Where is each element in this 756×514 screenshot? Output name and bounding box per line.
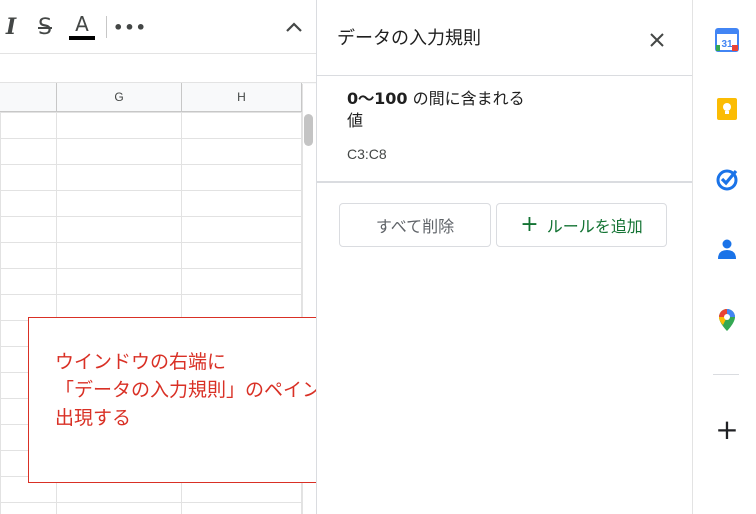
toolbar-divider	[106, 16, 107, 38]
get-addons-button[interactable]: +	[713, 416, 741, 444]
plus-icon: +	[520, 212, 539, 237]
collapse-menus-button[interactable]	[282, 10, 306, 44]
rule-cell-range: C3:C8	[347, 146, 387, 162]
close-pane-button[interactable]	[643, 26, 671, 54]
more-options-button[interactable]: •••	[113, 10, 146, 44]
text-color-swatch	[69, 36, 95, 40]
side-panel: 31 +	[692, 0, 756, 514]
text-color-button[interactable]: A	[66, 10, 98, 44]
add-rule-button[interactable]: + ルールを追加	[496, 203, 667, 247]
data-validation-pane: データの入力規則 0〜100 の間に含まれる値 C3:C8 すべて削除 + ルー…	[316, 0, 693, 514]
delete-all-rules-button[interactable]: すべて削除	[339, 203, 491, 247]
strikethrough-button[interactable]: S	[32, 10, 58, 44]
delete-all-label: すべて削除	[375, 217, 455, 236]
formatting-toolbar: I S A •••	[0, 0, 316, 54]
annotation-text: ウインドウの右端に 「データの入力規則」のペインが 出現する	[55, 351, 341, 429]
add-rule-label: ルールを追加	[546, 217, 643, 236]
column-header-h[interactable]: H	[182, 83, 302, 111]
chevron-up-icon	[286, 22, 302, 32]
keep-icon[interactable]	[715, 97, 739, 121]
contacts-icon[interactable]	[715, 237, 739, 261]
pane-title: データの入力規則	[337, 28, 481, 49]
text-color-icon: A	[75, 12, 89, 36]
rule-description: 0〜100 の間に含まれる値	[347, 88, 527, 132]
tasks-icon[interactable]	[715, 167, 739, 191]
italic-button[interactable]: I	[0, 10, 22, 44]
column-header-g[interactable]: G	[57, 83, 182, 111]
column-header-row: G H	[0, 83, 316, 112]
side-panel-divider	[713, 374, 739, 375]
maps-icon[interactable]	[715, 308, 739, 332]
formula-bar-area	[0, 54, 316, 83]
calendar-icon[interactable]: 31	[715, 28, 739, 52]
close-icon	[650, 33, 664, 47]
vertical-scrollbar-thumb[interactable]	[304, 114, 313, 146]
pane-divider	[317, 181, 693, 183]
validation-rule-card[interactable]: 0〜100 の間に含まれる値 C3:C8	[317, 76, 693, 182]
rule-range-value: 0〜100	[347, 89, 408, 108]
svg-text:31: 31	[721, 39, 733, 50]
plus-icon: +	[715, 413, 739, 446]
column-header-partial[interactable]	[0, 83, 57, 111]
